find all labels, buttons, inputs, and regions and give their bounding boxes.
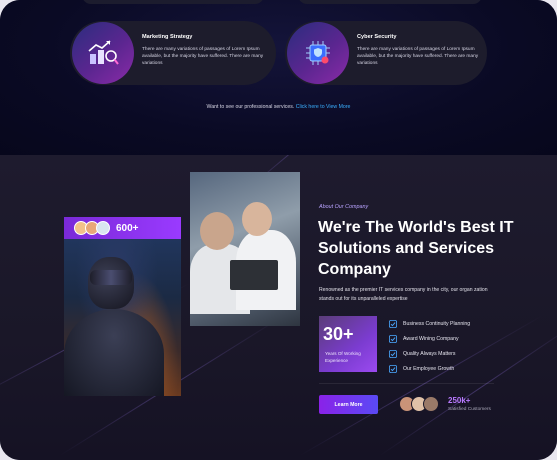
services-cta-text: Want to see our professional services. xyxy=(206,104,296,110)
customer-avatars xyxy=(399,396,439,412)
experience-number: 30+ xyxy=(323,324,354,344)
checklist-text: Award Wining Company xyxy=(403,335,459,342)
check-icon xyxy=(389,349,397,358)
service-title: Marketing Strategy xyxy=(142,34,193,40)
services-cta: Want to see our professional services. C… xyxy=(0,104,557,110)
avatar xyxy=(423,396,439,412)
team-avatars xyxy=(74,221,110,235)
checklist-item: Quality Always Matters xyxy=(389,346,470,361)
check-icon xyxy=(389,319,397,328)
check-icon xyxy=(389,364,397,373)
checklist-item: Business Continuity Planning xyxy=(389,316,470,331)
vr-person-image xyxy=(64,217,181,396)
checklist-text: Our Employee Growth xyxy=(403,365,455,372)
team-counter-bar: 600+ xyxy=(64,217,181,239)
feature-checklist: Business Continuity Planning Award Winin… xyxy=(389,316,470,376)
service-card-partial xyxy=(298,0,482,4)
service-description: There are many variations of passages of… xyxy=(357,47,479,66)
service-card-cyber-security[interactable]: Cyber Security There are many variations… xyxy=(285,21,487,85)
customer-count: 250k+ xyxy=(448,396,471,405)
checklist-item: Award Wining Company xyxy=(389,331,470,346)
service-card-marketing[interactable]: Marketing Strategy There are many variat… xyxy=(70,21,276,85)
checklist-text: Business Continuity Planning xyxy=(403,320,471,327)
services-section: Marketing Strategy There are many variat… xyxy=(0,0,557,155)
about-heading: We're The World's Best IT Solutions and … xyxy=(318,219,514,278)
cyber-chip-icon xyxy=(287,22,349,84)
view-more-link[interactable]: Click here to View More xyxy=(296,104,351,110)
avatar xyxy=(96,221,110,235)
learn-more-button[interactable]: Learn More xyxy=(319,395,378,414)
page-frame: Marketing Strategy There are many variat… xyxy=(0,0,557,460)
team-counter: 600+ xyxy=(116,222,139,234)
service-card-partial xyxy=(82,0,264,4)
experience-label: Years Of Working Experience xyxy=(325,351,361,363)
about-section: 600+ About Our Company We're The World's… xyxy=(0,155,557,460)
divider xyxy=(319,383,494,384)
checklist-item: Our Employee Growth xyxy=(389,361,470,376)
service-title: Cyber Security xyxy=(357,34,397,40)
checklist-text: Quality Always Matters xyxy=(403,350,456,357)
about-eyebrow: About Our Company xyxy=(319,204,369,210)
marketing-chart-icon xyxy=(72,22,134,84)
about-description: Renowned as the premier IT services comp… xyxy=(319,287,488,302)
check-icon xyxy=(389,334,397,343)
customer-label: Satisfied Customers xyxy=(448,407,491,412)
team-meeting-image xyxy=(190,172,300,326)
service-description: There are many variations of passages of… xyxy=(142,47,264,66)
experience-box: 30+ Years Of Working Experience xyxy=(319,316,377,372)
